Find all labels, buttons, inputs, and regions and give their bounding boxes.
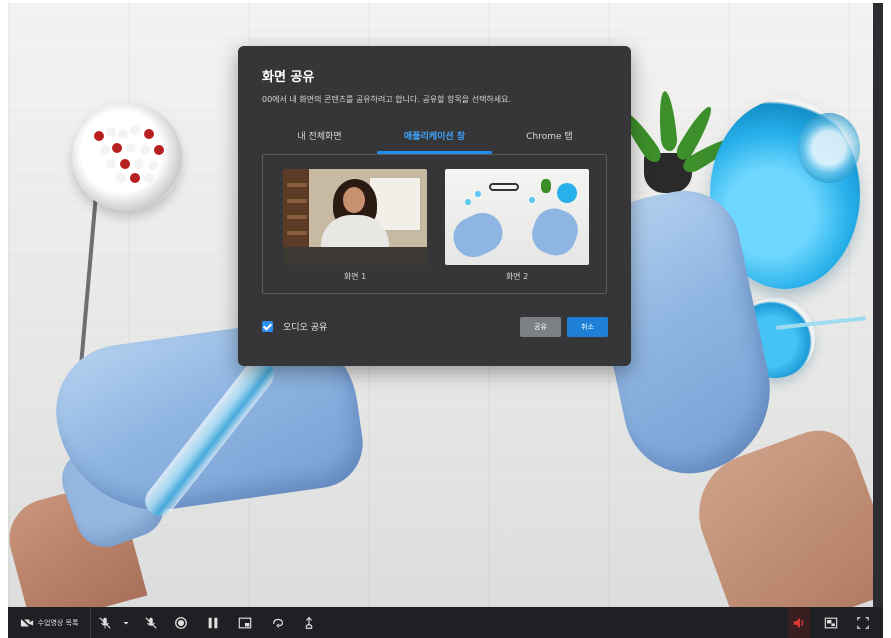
picture-in-picture-icon xyxy=(238,617,252,628)
dialog-title: 화면 공유 xyxy=(262,70,315,85)
audio-share-option: 오디오 공유 xyxy=(262,320,327,333)
window-thumbnail-1[interactable] xyxy=(283,169,427,265)
window-1-label: 화면 1 xyxy=(343,272,367,281)
chevron-down-icon xyxy=(123,621,129,624)
share-source-tabs: 내 전체화면 애플리케이션 창 Chrome 탭 xyxy=(262,124,607,154)
window-2-label: 화면 2 xyxy=(505,272,529,281)
dialog-description: 00에서 내 화면의 콘텐츠를 공유하려고 합니다. 공유할 항목을 선택하세요… xyxy=(262,95,512,104)
tab-application-window-label: 애플리케이션 창 xyxy=(403,132,466,142)
fullscreen-icon xyxy=(857,616,869,629)
lecture-list-label: 수업영상 목록 xyxy=(37,618,79,627)
player-toolbar: 수업영상 목록 xyxy=(8,607,883,638)
pause-button[interactable] xyxy=(202,607,224,638)
share-button[interactable]: 공유 xyxy=(520,317,561,337)
screen-share-button[interactable] xyxy=(820,607,842,638)
microphone-off-icon xyxy=(99,616,111,629)
hand-icon xyxy=(305,616,313,629)
tab-entire-screen[interactable]: 내 전체화면 xyxy=(262,124,377,154)
audio-share-label: 오디오 공유 xyxy=(283,323,328,333)
speaker-off-icon xyxy=(145,616,157,629)
volume-button[interactable] xyxy=(788,607,810,638)
plant xyxy=(617,73,740,193)
raise-hand-button[interactable] xyxy=(298,607,320,638)
cancel-button[interactable]: 취소 xyxy=(567,317,608,337)
screen-share-icon xyxy=(824,617,838,628)
tab-application-window[interactable]: 애플리케이션 창 xyxy=(377,124,492,154)
volume-muted-icon xyxy=(793,617,804,628)
record-button[interactable] xyxy=(170,607,192,638)
microphone-toggle[interactable] xyxy=(94,607,116,638)
lecture-list-button[interactable]: 수업영상 목록 xyxy=(12,607,86,638)
rotate-button[interactable] xyxy=(266,607,290,638)
pill-dish xyxy=(72,103,182,211)
window-thumbnail-2[interactable] xyxy=(445,169,589,265)
tab-chrome[interactable]: Chrome 탭 xyxy=(492,124,607,154)
video-camera-off-icon xyxy=(19,616,33,629)
fullscreen-button[interactable] xyxy=(852,607,874,638)
microphone-options-dropdown[interactable] xyxy=(118,607,134,638)
speaker-toggle[interactable] xyxy=(140,607,162,638)
screen-share-dialog: 화면 공유 00에서 내 화면의 콘텐츠를 공유하려고 합니다. 공유할 항목을… xyxy=(238,46,631,366)
picture-in-picture-button[interactable] xyxy=(234,607,256,638)
pause-icon xyxy=(208,617,218,628)
rotate-icon xyxy=(273,618,283,628)
record-icon xyxy=(175,616,187,629)
window-list-panel: 화면 1 화면 2 xyxy=(262,154,607,294)
audio-share-checkbox[interactable] xyxy=(262,321,273,332)
